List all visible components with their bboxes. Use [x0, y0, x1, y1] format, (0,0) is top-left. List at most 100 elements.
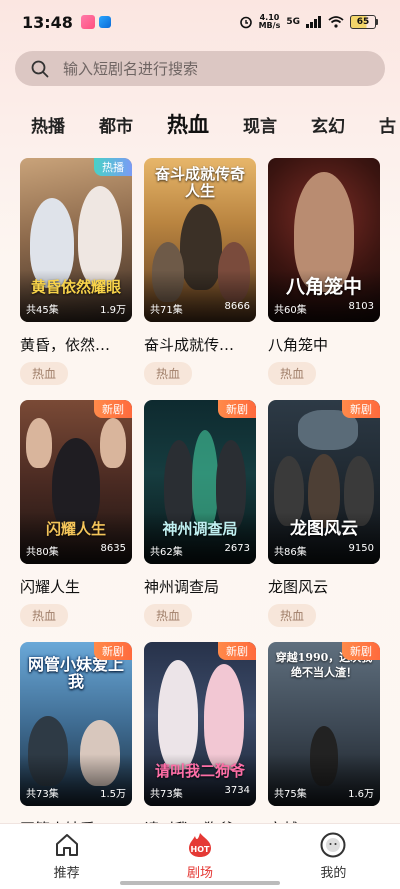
drama-poster[interactable]: 神州调查局 新剧 共62集 2673	[144, 400, 256, 564]
status-bar: 13:48 4.10 MB/s 5G 65	[0, 0, 400, 44]
battery-level: 65	[350, 15, 376, 29]
notification-icons	[80, 15, 111, 29]
cell-signal-icon	[306, 16, 321, 28]
new-badge: 新剧	[218, 400, 256, 418]
tab-urban[interactable]: 都市	[82, 112, 150, 137]
view-count: 1.6万	[348, 789, 374, 800]
drama-title[interactable]: 奋斗成就传…	[144, 334, 256, 355]
hot-icon: HOT	[186, 832, 214, 858]
poster-title: 闪耀人生	[45, 520, 106, 538]
drama-card[interactable]: 奋斗成就传奇人生 共71集 8666 奋斗成就传… 热血	[144, 158, 256, 400]
tab-ancient[interactable]: 古	[362, 112, 400, 137]
battery-icon: 65	[350, 15, 378, 29]
net-speed: 4.10 MB/s	[259, 14, 281, 30]
alarm-icon	[239, 16, 252, 29]
app-notification-icon	[80, 15, 95, 29]
home-icon	[54, 832, 80, 858]
new-badge: 新剧	[94, 400, 132, 418]
search-bar[interactable]	[15, 51, 385, 86]
drama-card[interactable]: 八角笼中 共60集 8103 八角笼中 热血	[268, 158, 380, 400]
nav-label: 剧场	[186, 866, 213, 881]
genre-tag: 热血	[144, 362, 193, 385]
drama-poster[interactable]: 网管小妹爱上我 新剧 共73集 1.5万	[20, 642, 132, 806]
profile-icon	[320, 832, 346, 858]
nav-recommend[interactable]: 推荐	[0, 824, 133, 889]
poster-title: 黄昏依然耀眼	[30, 278, 121, 296]
wifi-icon	[328, 16, 344, 28]
poster-meta: 共45集 1.9万	[26, 301, 126, 316]
view-count: 8666	[224, 301, 250, 312]
tab-fantasy[interactable]: 玄幻	[294, 112, 362, 137]
new-badge: 新剧	[94, 642, 132, 660]
poster-meta: 共71集 8666	[150, 301, 250, 316]
drama-title[interactable]: 闪耀人生	[20, 576, 132, 597]
drama-title[interactable]: 龙图风云	[268, 576, 380, 597]
genre-tag: 热血	[268, 362, 317, 385]
drama-poster[interactable]: 闪耀人生 新剧 共80集 8635	[20, 400, 132, 564]
drama-card[interactable]: 黄昏依然耀眼 热播 共45集 1.9万 黄昏，依然… 热血	[20, 158, 132, 400]
drama-title[interactable]: 神州调查局	[144, 576, 256, 597]
signal-type: 5G	[286, 17, 300, 27]
hot-icon-text: HOT	[191, 845, 210, 854]
drama-poster[interactable]: 奋斗成就传奇人生 共71集 8666	[144, 158, 256, 322]
drama-card[interactable]: 神州调查局 新剧 共62集 2673 神州调查局 热血	[144, 400, 256, 642]
search-icon	[31, 60, 49, 77]
episode-count: 共86集	[274, 547, 307, 558]
episode-count: 共62集	[150, 547, 183, 558]
view-count: 1.5万	[100, 789, 126, 800]
search-input[interactable]	[63, 59, 363, 78]
poster-title: 网管小妹爱上我	[27, 655, 124, 691]
genre-tag: 热血	[144, 604, 193, 627]
view-count: 9150	[348, 543, 374, 554]
poster-meta: 共86集 9150	[274, 543, 374, 558]
new-badge: 新剧	[218, 642, 256, 660]
status-time: 13:48	[22, 12, 73, 32]
drama-poster[interactable]: 龙图风云 新剧 共86集 9150	[268, 400, 380, 564]
app-notification-icon-2	[98, 16, 111, 28]
episode-count: 共75集	[274, 789, 307, 800]
bottom-navigation: 推荐 HOT 剧场 我的	[0, 823, 400, 889]
drama-card[interactable]: 闪耀人生 新剧 共80集 8635 闪耀人生 热血	[20, 400, 132, 642]
poster-title: 请叫我二狗爷	[154, 762, 245, 780]
nav-label: 我的	[320, 866, 347, 881]
episode-count: 共80集	[26, 547, 59, 558]
view-count: 1.9万	[100, 305, 126, 316]
episode-count: 共60集	[274, 305, 307, 316]
tab-hot-blood[interactable]: 热血	[150, 109, 226, 139]
drama-card[interactable]: 龙图风云 新剧 共86集 9150 龙图风云 热血	[268, 400, 380, 642]
poster-meta: 共62集 2673	[150, 543, 250, 558]
poster-title: 神州调查局	[162, 520, 238, 538]
drama-title[interactable]: 黄昏，依然…	[20, 334, 132, 355]
genre-tag: 热血	[268, 604, 317, 627]
episode-count: 共73集	[26, 789, 59, 800]
drama-grid: 黄昏依然耀眼 热播 共45集 1.9万 黄昏，依然… 热血 奋斗成就传奇人生 共…	[20, 158, 380, 884]
home-indicator[interactable]	[120, 881, 280, 885]
poster-title: 奋斗成就传奇人生	[154, 165, 245, 200]
episode-count: 共45集	[26, 305, 59, 316]
drama-title[interactable]: 八角笼中	[268, 334, 380, 355]
poster-meta: 共73集 3734	[150, 785, 250, 800]
nav-profile[interactable]: 我的	[267, 824, 400, 889]
view-count: 8635	[100, 543, 126, 554]
tab-hot-broadcast[interactable]: 热播	[0, 112, 82, 137]
hot-badge: 热播	[94, 158, 132, 176]
poster-meta: 共60集 8103	[274, 301, 374, 316]
poster-meta: 共80集 8635	[26, 543, 126, 558]
tab-modern-romance[interactable]: 现言	[226, 112, 294, 137]
poster-meta: 共75集 1.6万	[274, 785, 374, 800]
view-count: 2673	[224, 543, 250, 554]
genre-tag: 热血	[20, 362, 69, 385]
poster-title: 龙图风云	[290, 519, 358, 539]
view-count: 8103	[348, 301, 374, 312]
episode-count: 共71集	[150, 305, 183, 316]
drama-poster[interactable]: 请叫我二狗爷 新剧 共73集 3734	[144, 642, 256, 806]
poster-title: 八角笼中	[285, 276, 362, 298]
net-speed-unit: MB/s	[258, 21, 281, 30]
drama-poster[interactable]: 八角笼中 共60集 8103	[268, 158, 380, 322]
new-badge: 新剧	[342, 642, 380, 660]
drama-poster[interactable]: 穿越1990，这次我绝不当人渣！ 新剧 共75集 1.6万	[268, 642, 380, 806]
nav-theater[interactable]: HOT 剧场	[133, 824, 266, 889]
drama-poster[interactable]: 黄昏依然耀眼 热播 共45集 1.9万	[20, 158, 132, 322]
status-indicators: 4.10 MB/s 5G 65	[239, 14, 378, 30]
nav-label: 推荐	[53, 866, 80, 881]
